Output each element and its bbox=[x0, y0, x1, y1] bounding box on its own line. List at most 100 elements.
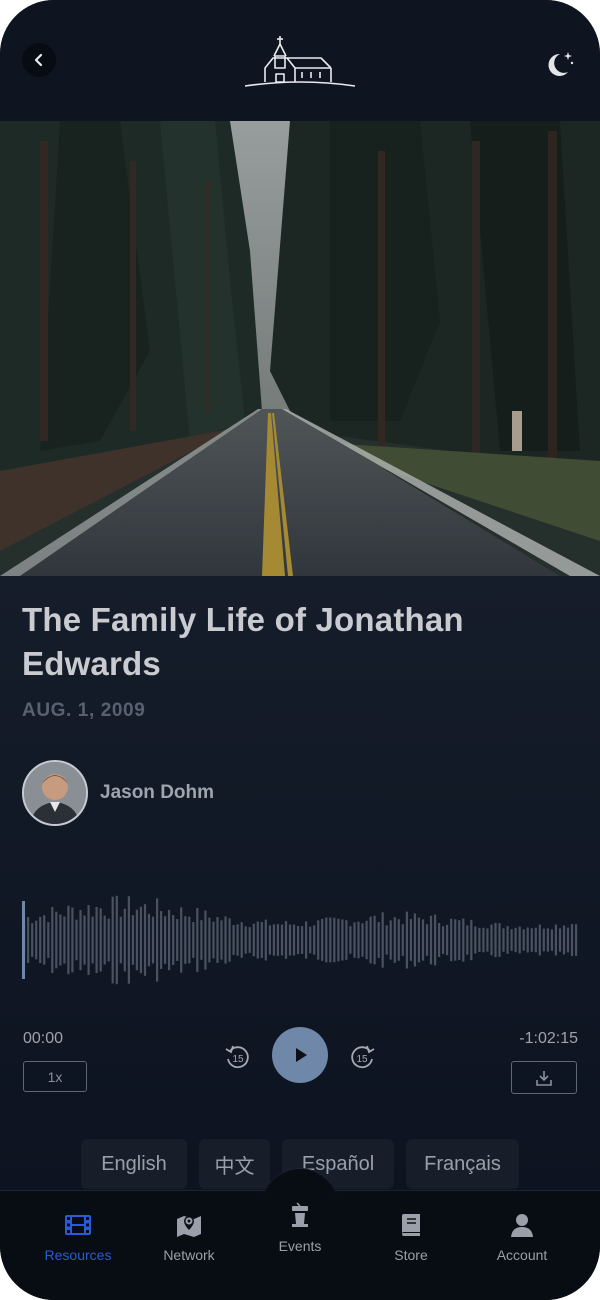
waveform-bar bbox=[264, 919, 267, 961]
skip-forward-label: 15 bbox=[356, 1054, 368, 1065]
play-icon bbox=[296, 1048, 307, 1062]
waveform-bar bbox=[143, 904, 147, 976]
waveform-bar bbox=[188, 916, 191, 964]
waveform-bar bbox=[47, 922, 50, 958]
waveform-bar bbox=[337, 918, 340, 962]
waveform-bar bbox=[321, 919, 324, 961]
waveform-bar bbox=[434, 914, 437, 966]
waveform-bar bbox=[309, 926, 312, 954]
waveform-bar bbox=[458, 920, 461, 960]
waveform-bar bbox=[164, 916, 167, 964]
book-icon bbox=[402, 1214, 420, 1236]
skip-back-button[interactable]: 15 bbox=[224, 1043, 252, 1075]
waveform-bar bbox=[369, 916, 372, 964]
waveform-bar bbox=[546, 928, 549, 952]
waveform-bar bbox=[284, 921, 288, 959]
waveform-bar bbox=[272, 924, 275, 956]
waveform-bar bbox=[204, 910, 207, 970]
waveform-bar bbox=[522, 929, 525, 951]
waveform-bar bbox=[200, 920, 203, 960]
author-link[interactable]: Jason Dohm bbox=[22, 760, 214, 826]
audio-waveform[interactable] bbox=[22, 885, 578, 995]
waveform-bar bbox=[550, 929, 553, 951]
waveform-bar bbox=[288, 924, 292, 956]
waveform-bar bbox=[212, 921, 215, 959]
back-button[interactable] bbox=[22, 43, 56, 77]
waveform-bar bbox=[466, 925, 469, 955]
remaining-time: -1:02:15 bbox=[519, 1030, 578, 1047]
waveform-bar bbox=[526, 927, 529, 953]
elapsed-time: 00:00 bbox=[23, 1030, 64, 1047]
waveform-bar bbox=[494, 922, 497, 958]
download-icon bbox=[536, 1070, 552, 1086]
language-option-french[interactable]: Français bbox=[406, 1139, 519, 1189]
tab-store[interactable]: Store bbox=[356, 1213, 466, 1263]
waveform-bar bbox=[506, 926, 509, 954]
waveform-bar bbox=[474, 926, 477, 954]
waveform-bar bbox=[393, 917, 396, 963]
moon-stars-icon bbox=[548, 52, 574, 76]
waveform-bar bbox=[349, 926, 352, 954]
app-screen: The Family Life of Jonathan Edwards AUG.… bbox=[0, 0, 600, 1300]
waveform-bar bbox=[95, 906, 98, 974]
waveform-bar bbox=[385, 925, 388, 955]
podium-icon bbox=[292, 1202, 308, 1227]
waveform-bar bbox=[240, 922, 243, 958]
waveform-bar bbox=[71, 907, 74, 973]
waveform-bar bbox=[260, 922, 263, 958]
author-name: Jason Dohm bbox=[100, 782, 215, 803]
waveform-bar bbox=[31, 923, 34, 957]
waveform-bar bbox=[268, 925, 271, 955]
waveform-bar bbox=[35, 920, 38, 960]
tab-network[interactable]: Network bbox=[134, 1213, 244, 1263]
waveform-bar bbox=[530, 928, 533, 952]
skip-forward-button[interactable]: 15 bbox=[348, 1043, 376, 1075]
episode-title: The Family Life of Jonathan Edwards bbox=[22, 601, 464, 682]
map-pin-icon bbox=[177, 1216, 201, 1237]
waveform-bar bbox=[305, 921, 308, 959]
waveform-bar bbox=[425, 924, 429, 956]
waveform-bar bbox=[75, 919, 78, 961]
waveform-bar bbox=[409, 919, 412, 961]
download-button[interactable] bbox=[511, 1061, 577, 1094]
header bbox=[0, 0, 600, 121]
language-option-english[interactable]: English bbox=[81, 1139, 187, 1189]
waveform-bar bbox=[127, 896, 130, 984]
waveform-bar bbox=[67, 905, 70, 975]
waveform-bar bbox=[381, 912, 384, 968]
tab-resources[interactable]: Resources bbox=[23, 1213, 133, 1263]
waveform-bar bbox=[252, 923, 255, 957]
waveform-bar bbox=[232, 925, 235, 955]
waveform-bar bbox=[156, 898, 159, 982]
avatar bbox=[22, 760, 88, 826]
tab-events[interactable]: Events bbox=[245, 1202, 355, 1254]
film-icon bbox=[65, 1215, 91, 1235]
tab-account[interactable]: Account bbox=[467, 1213, 577, 1263]
waveform-bar bbox=[438, 923, 441, 957]
waveform-bar bbox=[59, 914, 62, 966]
waveform-bar bbox=[454, 919, 457, 961]
tab-label: Network bbox=[163, 1247, 215, 1263]
waveform-bar bbox=[224, 916, 227, 964]
play-button[interactable] bbox=[272, 1027, 328, 1083]
chevron-left-icon bbox=[34, 53, 43, 67]
waveform-bar bbox=[176, 919, 179, 961]
waveform-bar bbox=[486, 928, 489, 952]
waveform-bar bbox=[51, 907, 54, 973]
playhead[interactable] bbox=[22, 901, 25, 979]
waveform-bar bbox=[361, 923, 364, 957]
waveform-bar bbox=[115, 895, 118, 985]
language-option-chinese[interactable]: 中文 bbox=[199, 1139, 270, 1189]
waveform-bar bbox=[562, 925, 566, 955]
waveform-bar bbox=[297, 926, 300, 955]
waveform-bar bbox=[160, 911, 163, 969]
waveform-bar bbox=[180, 907, 183, 973]
playback-speed-button[interactable]: 1x bbox=[23, 1061, 87, 1092]
waveform-bar bbox=[103, 915, 106, 965]
waveform-bar bbox=[139, 906, 142, 974]
waveform-bar bbox=[220, 920, 223, 960]
waveform-bar bbox=[276, 924, 279, 956]
waveform-bar bbox=[27, 917, 30, 963]
skip-back-label: 15 bbox=[232, 1054, 244, 1065]
theme-toggle-button[interactable] bbox=[543, 48, 577, 82]
